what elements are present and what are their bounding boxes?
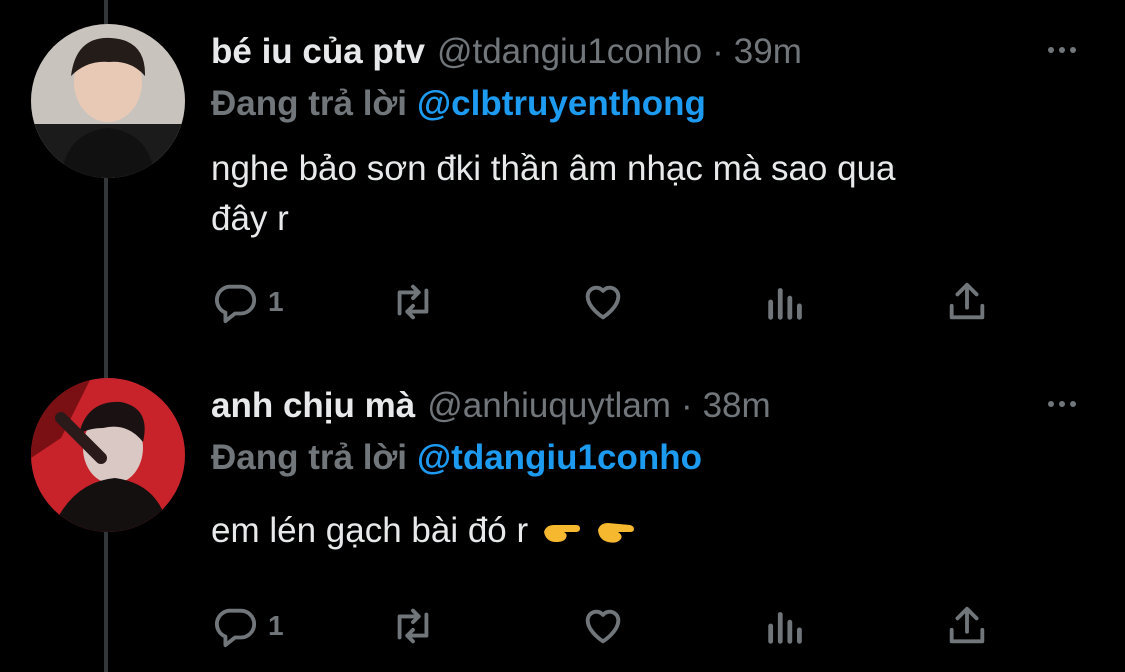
handle[interactable]: @tdangiu1conho: [437, 26, 702, 78]
share-button[interactable]: [944, 272, 990, 332]
reply-button[interactable]: 1: [212, 596, 284, 656]
display-name[interactable]: bé iu của ptv: [211, 26, 425, 78]
more-options-icon[interactable]: [1040, 386, 1084, 422]
reply-icon: [215, 284, 257, 324]
avatar[interactable]: [31, 378, 185, 532]
analytics-button[interactable]: [763, 272, 809, 332]
reply-icon: [215, 608, 257, 648]
avatar-photo-icon: [31, 24, 185, 178]
action-bar: 1: [0, 272, 1125, 332]
tweet-text-line: đây r: [211, 199, 289, 238]
replying-to-handle[interactable]: @clbtruyenthong: [417, 84, 706, 123]
replying-to-label: Đang trả lời: [211, 438, 408, 477]
tweet-text: em lén gạch bài đó r: [211, 506, 1071, 556]
like-button[interactable]: [580, 596, 626, 656]
timestamp[interactable]: 39m: [734, 26, 802, 78]
tweet[interactable]: bé iu của ptv @tdangiu1conho · 39m Đang …: [0, 0, 1125, 360]
reply-count: 1: [268, 286, 284, 317]
avatar-photo-icon: [31, 378, 185, 532]
action-bar: 1: [0, 596, 1125, 656]
like-button[interactable]: [580, 272, 626, 332]
replying-to-label: Đang trả lời: [211, 84, 408, 123]
avatar[interactable]: [31, 24, 185, 178]
tweet[interactable]: anh chịu mà @anhiuquytlam · 38m Đang trả…: [0, 360, 1125, 672]
share-icon: [949, 282, 985, 320]
tweet-text: nghe bảo sơn đki thần âm nhạc mà sao qua…: [211, 144, 1071, 244]
reply-button[interactable]: 1: [212, 272, 284, 332]
separator-dot: ·: [712, 32, 724, 71]
tweet-text-line: em lén gạch bài đó r: [211, 511, 529, 550]
heart-icon: [585, 285, 621, 320]
more-options-icon[interactable]: [1040, 32, 1084, 68]
retweet-icon: [397, 608, 429, 644]
share-button[interactable]: [944, 596, 990, 656]
analytics-icon: [768, 612, 802, 644]
tweet-text-line: nghe bảo sơn đki thần âm nhạc mà sao qua: [211, 149, 896, 188]
backhand-index-pointing-right-icon: [543, 525, 580, 542]
retweet-icon: [397, 284, 429, 320]
analytics-button[interactable]: [763, 596, 809, 656]
handle[interactable]: @anhiuquytlam: [427, 380, 671, 432]
retweet-button[interactable]: [390, 596, 436, 656]
replying-to-handle[interactable]: @tdangiu1conho: [417, 438, 702, 477]
display-name[interactable]: anh chịu mà: [211, 380, 415, 432]
backhand-index-pointing-right-icon: [597, 523, 634, 543]
separator-dot: ·: [680, 386, 693, 425]
analytics-icon: [768, 288, 802, 320]
timestamp[interactable]: 38m: [703, 380, 771, 432]
retweet-button[interactable]: [390, 272, 436, 332]
reply-count: 1: [268, 610, 284, 641]
share-icon: [949, 606, 985, 644]
heart-icon: [585, 609, 621, 644]
